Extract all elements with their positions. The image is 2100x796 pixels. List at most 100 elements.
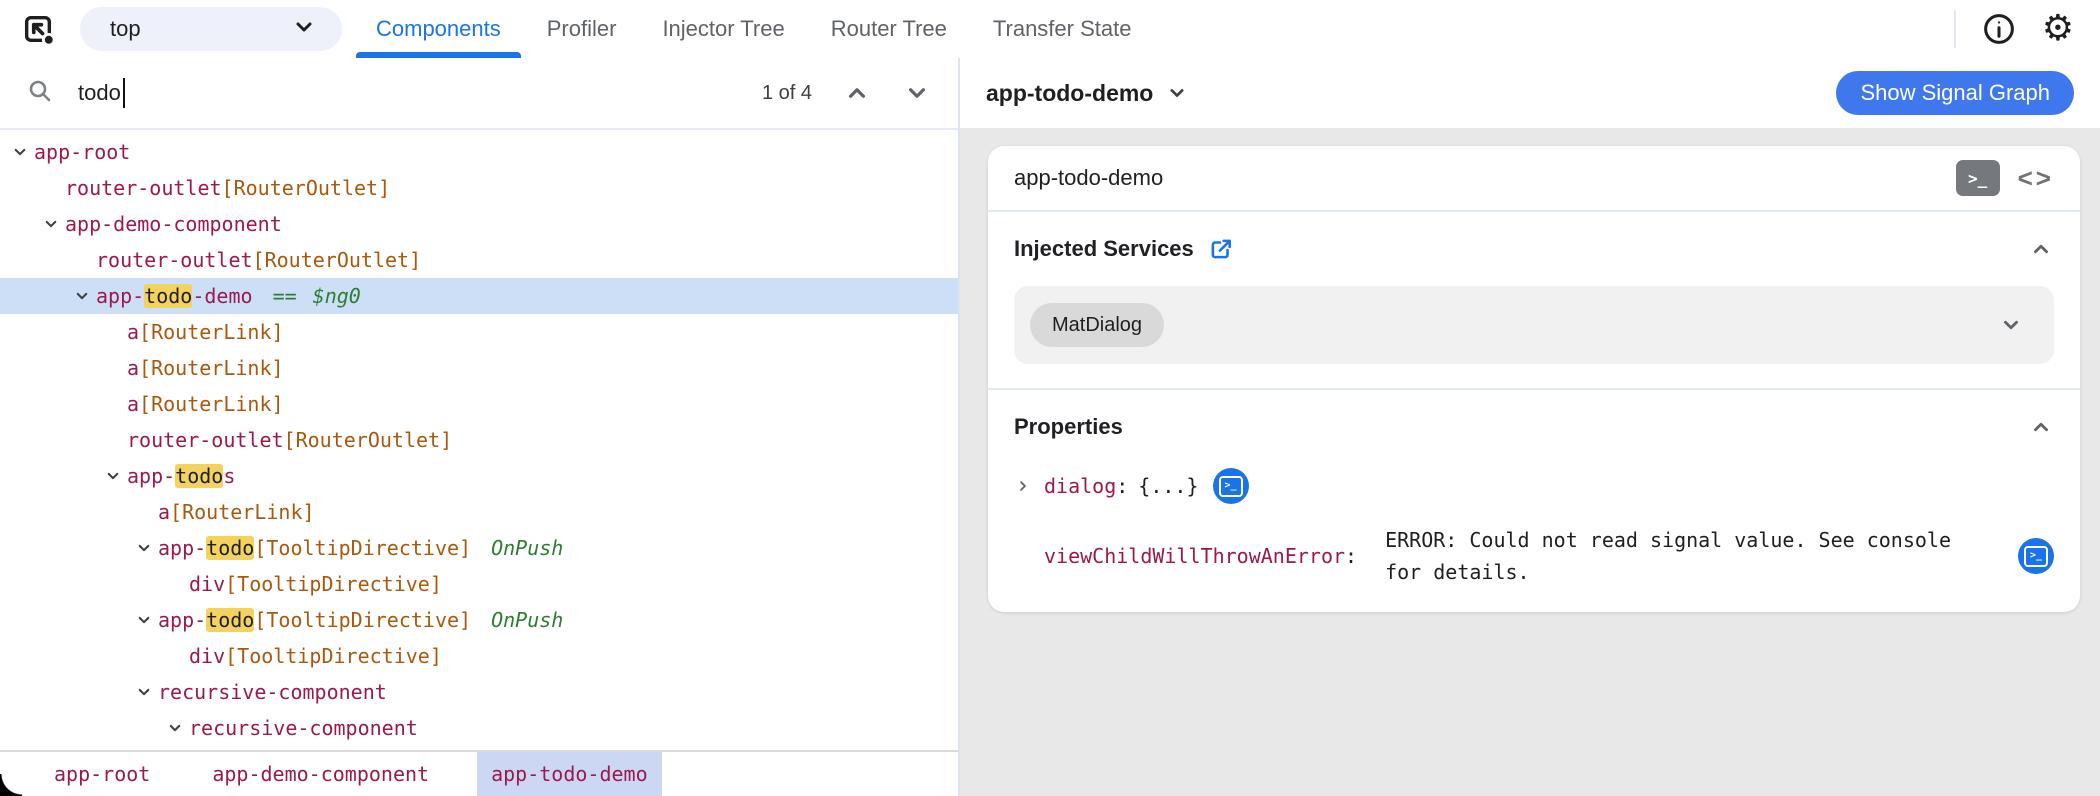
previous-match-icon[interactable] [842, 78, 872, 108]
property-colon: : [1116, 474, 1129, 498]
tree-row[interactable]: app-demo-component [0, 206, 958, 242]
tree-row[interactable]: router-outlet [RouterOutlet] [0, 170, 958, 206]
component-details-panel: app-todo-demo Show Signal Graph app-todo… [960, 58, 2100, 796]
inspect-element-icon[interactable] [18, 9, 58, 49]
tree-row-segment: todo [206, 536, 255, 560]
tree-row[interactable]: app-todo [TooltipDirective] OnPush [0, 602, 958, 638]
tree-row[interactable]: app-todo -demo == $ng0 [0, 278, 958, 314]
property-row[interactable]: dialog: {...} >_ [1014, 468, 2054, 504]
tree-row[interactable]: a [RouterLink] [0, 314, 958, 350]
console-reference-icon[interactable]: >_ [2018, 538, 2054, 574]
tree-row[interactable]: div [TooltipDirective] [0, 638, 958, 674]
details-content: app-todo-demo >_ <> Injected Services Ma… [960, 128, 2100, 796]
collapse-section-icon[interactable] [2028, 236, 2054, 262]
tree-row-segment: todo [206, 608, 255, 632]
expand-property-icon[interactable] [1014, 477, 1044, 495]
tab-components[interactable]: Components [356, 0, 521, 58]
expand-chevron-icon[interactable] [165, 718, 189, 738]
component-details-card: app-todo-demo >_ <> Injected Services Ma… [988, 146, 2080, 612]
service-chip-matdialog[interactable]: MatDialog [1030, 303, 1165, 347]
property-colon: : [1345, 544, 1358, 568]
tree-row-segment: == [272, 284, 297, 308]
tab-injector-tree[interactable]: Injector Tree [662, 0, 784, 58]
tree-row[interactable]: a [RouterLink] [0, 350, 958, 386]
view-source-icon[interactable]: <> [2018, 163, 2054, 194]
injected-services-title: Injected Services [1014, 236, 1194, 261]
card-title-row: app-todo-demo >_ <> [988, 146, 2080, 212]
info-icon[interactable] [1982, 12, 2016, 46]
tree-row-segment: app- [158, 608, 207, 632]
selected-component-name: app-todo-demo [986, 79, 1154, 106]
next-match-icon[interactable] [902, 78, 932, 108]
tab-router-tree[interactable]: Router Tree [831, 0, 947, 58]
properties-title: Properties [1014, 414, 1123, 439]
tree-row[interactable]: router-outlet [RouterOutlet] [0, 242, 958, 278]
collapse-section-icon[interactable] [2028, 414, 2054, 440]
breadcrumb-item-app-demo-component[interactable]: app-demo-component [198, 752, 443, 796]
property-preview: {...} [1138, 474, 1199, 498]
tree-row-segment: [RouterLink] [139, 356, 284, 380]
tree-row-segment: router-outlet [127, 428, 284, 452]
tree-row-segment: div [189, 644, 226, 668]
breadcrumb-item-app-todo-demo[interactable]: app-todo-demo [477, 752, 662, 796]
expand-chevron-icon[interactable] [10, 142, 34, 162]
gear-icon[interactable]: ⚙ [2042, 11, 2074, 47]
expand-chevron-icon[interactable] [72, 286, 96, 306]
tree-row-segment: app- [158, 536, 207, 560]
expand-chevron-icon[interactable] [41, 214, 65, 234]
tree-row-segment: [RouterOutlet] [252, 248, 422, 272]
log-to-console-icon[interactable]: >_ [1955, 160, 2000, 196]
tab-profiler[interactable]: Profiler [547, 0, 617, 58]
expand-chevron-icon[interactable] [103, 466, 127, 486]
tree-row[interactable]: a [RouterLink] [0, 494, 958, 530]
search-query: todo [78, 80, 121, 105]
frame-selector-value: top [110, 16, 141, 41]
tree-row-segment: s [223, 464, 236, 488]
show-signal-graph-button[interactable]: Show Signal Graph [1836, 71, 2074, 115]
console-reference-icon[interactable]: >_ [1212, 468, 1249, 504]
tree-row-segment: todo [144, 284, 193, 308]
tree-row-segment: $ng0 [312, 284, 361, 308]
tree-row[interactable]: recursive-component [0, 710, 958, 746]
tree-row[interactable]: router-outlet [RouterOutlet] [0, 422, 958, 458]
tree-row[interactable]: app-todo s [0, 458, 958, 494]
expand-services-icon[interactable] [1998, 312, 2024, 338]
expand-chevron-icon[interactable] [134, 682, 158, 702]
details-header: app-todo-demo Show Signal Graph [960, 58, 2100, 130]
tree-row-segment: [RouterLink] [170, 500, 315, 524]
tree-row[interactable]: recursive-component [0, 674, 958, 710]
tree-row-segment: [RouterLink] [139, 392, 284, 416]
tree-row-segment: [TooltipDirective] [254, 536, 472, 560]
tree-row-segment: a [127, 320, 140, 344]
tree-row-segment: app- [96, 284, 145, 308]
external-link-icon[interactable] [1208, 236, 1234, 262]
tree-row-segment: recursive-component [158, 680, 387, 704]
tree-row-segment: router-outlet [96, 248, 253, 272]
tree-row-segment: [TooltipDirective] [225, 644, 442, 668]
tree-row-segment: [RouterOutlet] [221, 176, 391, 200]
property-row[interactable]: viewChildWillThrowAnError: ERROR: Could n… [1014, 524, 2054, 588]
tree-row[interactable]: div [TooltipDirective] [0, 566, 958, 602]
search-match-status: 1 of 4 [761, 81, 812, 104]
tree-row-segment: recursive-component [189, 716, 418, 740]
tree-row[interactable]: app-todo [TooltipDirective] OnPush [0, 530, 958, 566]
tabs: Components Profiler Injector Tree Router Tr… [356, 0, 1132, 58]
search-input[interactable]: todo [78, 78, 125, 108]
expand-chevron-icon[interactable] [134, 610, 158, 630]
breadcrumb-item-app-root[interactable]: app-root [40, 752, 164, 796]
tree-row-segment: [RouterLink] [139, 320, 284, 344]
toolbar-right: ⚙ [1953, 10, 2100, 48]
tab-transfer-state[interactable]: Transfer State [993, 0, 1132, 58]
properties-list: dialog: {...} >_ viewChildWillThrowAnError:… [1014, 468, 2054, 588]
frame-selector-dropdown[interactable]: top [80, 7, 342, 51]
breadcrumb: app-root app-demo-component app-todo-demo [0, 750, 958, 796]
tree-row-segment: OnPush [491, 536, 564, 560]
properties-section: Properties dialog: {...} >_ viewChildWillTh… [988, 388, 2080, 612]
injected-services-section: Injected Services MatDialog [988, 212, 2080, 388]
expand-chevron-icon[interactable] [134, 538, 158, 558]
service-chips: MatDialog [1030, 303, 1165, 347]
component-selector-dropdown[interactable]: app-todo-demo [986, 80, 1189, 107]
tree-row[interactable]: a [RouterLink] [0, 386, 958, 422]
tree-row-segment: app-root [34, 140, 131, 164]
tree-row[interactable]: app-root [0, 134, 958, 170]
